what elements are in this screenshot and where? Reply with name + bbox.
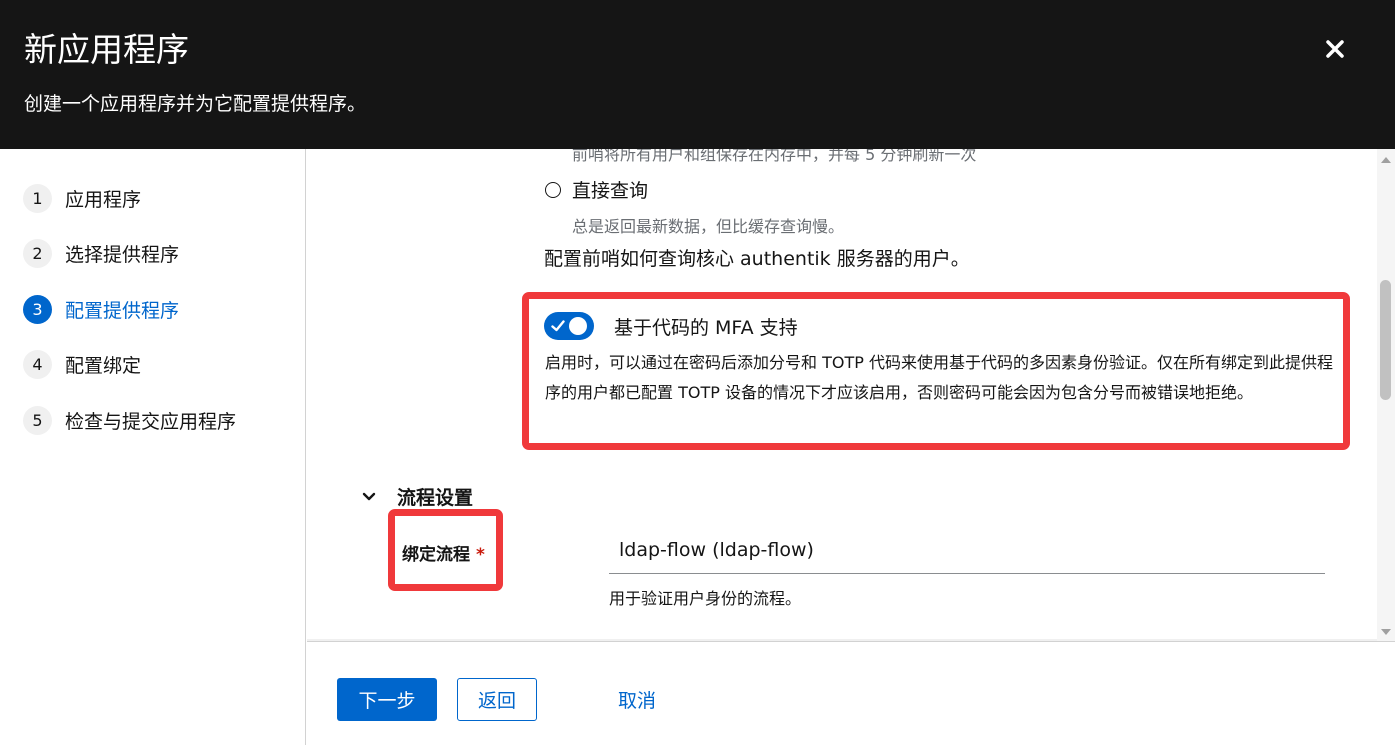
- step-application[interactable]: 1 应用程序: [23, 183, 141, 213]
- step-number: 5: [23, 405, 52, 435]
- step-configure-binding[interactable]: 4 配置绑定: [23, 349, 141, 379]
- close-button[interactable]: [1318, 32, 1352, 66]
- scrollbar[interactable]: [1377, 149, 1395, 641]
- direct-query-label[interactable]: 直接查询: [572, 176, 648, 203]
- wizard-steps-nav: 1 应用程序 2 选择提供程序 3 配置提供程序 4 配置绑定 5 检查与提交应…: [0, 149, 306, 745]
- bind-flow-label-text: 绑定流程: [402, 545, 470, 565]
- cached-query-description: 前哨将所有用户和组保存在内存中，并每 5 分钟刷新一次: [572, 149, 977, 164]
- step-label: 检查与提交应用程序: [65, 410, 237, 433]
- bind-flow-select[interactable]: ldap-flow (ldap-flow): [609, 533, 1325, 574]
- chevron-down-icon: [362, 492, 376, 501]
- provider-form: 前哨将所有用户和组保存在内存中，并每 5 分钟刷新一次 直接查询 总是返回最新数…: [307, 149, 1377, 641]
- flow-section-toggle[interactable]: [359, 485, 379, 509]
- scroll-down-icon[interactable]: [1381, 629, 1391, 635]
- bind-flow-help: 用于验证用户身份的流程。: [609, 589, 802, 608]
- step-review-submit[interactable]: 5 检查与提交应用程序: [23, 405, 236, 435]
- bind-flow-value: ldap-flow (ldap-flow): [619, 539, 814, 561]
- direct-query-radio[interactable]: [545, 182, 561, 198]
- scrollbar-thumb[interactable]: [1380, 280, 1391, 400]
- step-label: 应用程序: [65, 188, 142, 211]
- step-configure-provider[interactable]: 3 配置提供程序: [23, 294, 179, 324]
- cancel-button[interactable]: 取消: [597, 678, 677, 721]
- modal-description: 创建一个应用程序并为它配置提供程序。: [24, 93, 367, 115]
- close-icon: [1326, 40, 1344, 58]
- wizard-footer: 下一步 返回 取消: [307, 641, 1395, 745]
- check-icon: [551, 320, 565, 332]
- step-label: 配置绑定: [65, 354, 142, 377]
- modal-header: 新应用程序 创建一个应用程序并为它配置提供程序。: [0, 0, 1395, 149]
- bind-flow-label: 绑定流程 *: [402, 540, 485, 565]
- step-label: 选择提供程序: [65, 243, 180, 266]
- scroll-up-icon[interactable]: [1381, 157, 1391, 163]
- back-button[interactable]: 返回: [457, 678, 537, 721]
- step-number: 3: [23, 294, 52, 324]
- search-mode-help: 配置前哨如何查询核心 authentik 服务器的用户。: [544, 248, 970, 270]
- step-choose-provider[interactable]: 2 选择提供程序: [23, 238, 179, 268]
- step-number: 2: [23, 238, 52, 268]
- toggle-knob: [569, 317, 587, 335]
- direct-query-description: 总是返回最新数据，但比缓存查询慢。: [572, 217, 845, 236]
- flow-section-title[interactable]: 流程设置: [397, 483, 473, 510]
- required-mark: *: [476, 545, 485, 565]
- step-label: 配置提供程序: [65, 299, 180, 322]
- modal-title: 新应用程序: [24, 30, 189, 69]
- mfa-toggle[interactable]: [544, 312, 594, 340]
- step-number: 1: [23, 183, 52, 213]
- step-number: 4: [23, 349, 52, 379]
- mfa-description: 启用时，可以通过在密码后添加分号和 TOTP 代码来使用基于代码的多因素身份验证…: [545, 353, 1333, 402]
- mfa-toggle-label[interactable]: 基于代码的 MFA 支持: [614, 313, 798, 340]
- next-button[interactable]: 下一步: [337, 678, 437, 721]
